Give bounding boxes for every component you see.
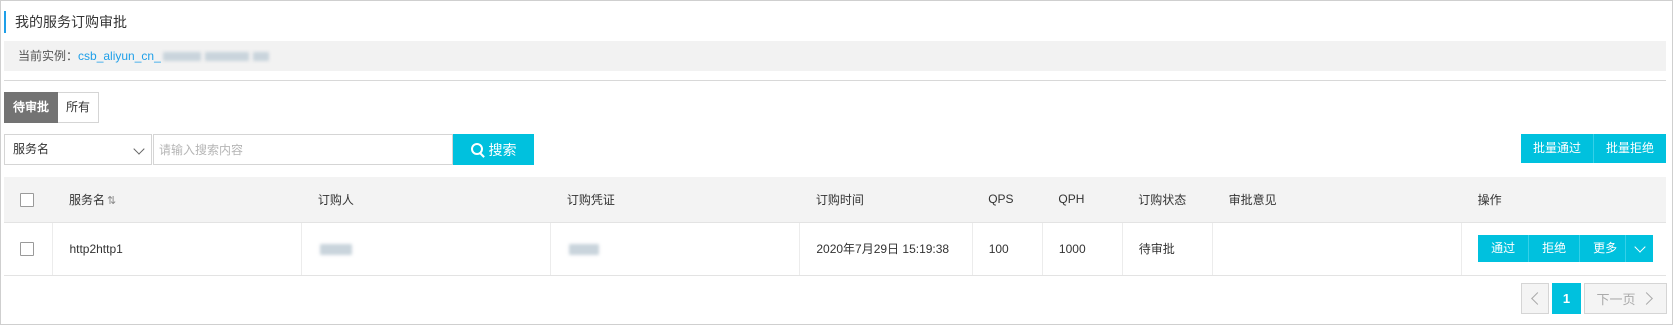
tab-all[interactable]: 所有 bbox=[58, 92, 100, 123]
column-service[interactable]: 服务名 ⇅ bbox=[52, 177, 302, 223]
row-select-cell bbox=[4, 222, 54, 276]
status-tabs: 待审批 所有 bbox=[4, 92, 100, 123]
instance-name: csb_aliyun_cn_ bbox=[78, 49, 161, 63]
next-page-label: 下一页 bbox=[1596, 292, 1636, 307]
search-button[interactable]: 搜索 bbox=[453, 134, 534, 165]
column-credential: 订购凭证 bbox=[550, 177, 800, 223]
pagination: 1 下一页 bbox=[1521, 283, 1667, 314]
masked-text bbox=[204, 52, 249, 62]
search-field-select[interactable]: 服务名 bbox=[4, 134, 152, 165]
page-number-current[interactable]: 1 bbox=[1552, 283, 1581, 314]
cell-qph: 1000 bbox=[1042, 222, 1123, 276]
approve-button[interactable]: 通过 bbox=[1478, 235, 1530, 262]
column-label: 服务名 bbox=[68, 192, 105, 207]
sort-icon[interactable]: ⇅ bbox=[107, 195, 116, 207]
cell-subscriber bbox=[301, 222, 552, 276]
masked-text bbox=[320, 243, 353, 255]
prev-page-button[interactable] bbox=[1521, 283, 1549, 314]
chevron-right-icon bbox=[1639, 292, 1653, 305]
batch-reject-button[interactable]: 批量拒绝 bbox=[1593, 134, 1666, 163]
cell-qps: 100 bbox=[972, 222, 1043, 276]
batch-approve-button[interactable]: 批量通过 bbox=[1520, 134, 1594, 163]
tab-pending[interactable]: 待审批 bbox=[4, 92, 59, 123]
select-all-cell bbox=[4, 177, 53, 223]
more-button[interactable]: 更多 bbox=[1580, 235, 1627, 262]
cell-service: http2http1 bbox=[52, 222, 303, 276]
cell-time: 2020年7月29日 15:19:38 bbox=[799, 222, 973, 276]
column-qph: QPH bbox=[1042, 177, 1123, 223]
select-all-checkbox[interactable] bbox=[20, 192, 34, 207]
search-icon bbox=[470, 142, 485, 157]
row-actions: 通过 拒绝 更多 bbox=[1478, 235, 1666, 262]
search-input[interactable] bbox=[153, 134, 453, 165]
instance-bar: 当前实例：csb_aliyun_cn_ bbox=[4, 41, 1666, 71]
cell-credential bbox=[550, 222, 801, 276]
chevron-down-icon bbox=[133, 143, 145, 155]
masked-text bbox=[569, 243, 600, 255]
chevron-left-icon bbox=[1530, 292, 1544, 305]
column-actions: 操作 bbox=[1461, 177, 1666, 223]
search-button-label: 搜索 bbox=[488, 141, 517, 158]
masked-text bbox=[252, 52, 269, 62]
column-qps: QPS bbox=[972, 177, 1043, 223]
chevron-down-icon bbox=[1634, 240, 1646, 253]
cell-status: 待审批 bbox=[1122, 222, 1214, 276]
divider bbox=[4, 80, 1666, 81]
column-status: 订购状态 bbox=[1122, 177, 1213, 223]
next-page-button[interactable]: 下一页 bbox=[1584, 283, 1667, 314]
search-field-value: 服务名 bbox=[13, 142, 50, 156]
column-subscriber: 订购人 bbox=[301, 177, 551, 223]
batch-actions: 批量通过 批量拒绝 bbox=[1520, 134, 1666, 163]
table-row: http2http1 2020年7月29日 15:19:38 100 1000 … bbox=[4, 222, 1666, 276]
reject-button[interactable]: 拒绝 bbox=[1529, 235, 1581, 262]
column-opinion: 审批意见 bbox=[1212, 177, 1462, 223]
approval-table: 服务名 ⇅ 订购人 订购凭证 订购时间 QPS QPH 订购状态 审批意见 操作 … bbox=[4, 177, 1666, 276]
masked-text bbox=[162, 52, 201, 62]
column-time: 订购时间 bbox=[799, 177, 973, 223]
table-header-row: 服务名 ⇅ 订购人 订购凭证 订购时间 QPS QPH 订购状态 审批意见 操作 bbox=[4, 177, 1666, 223]
row-checkbox[interactable] bbox=[20, 241, 34, 256]
more-dropdown-toggle[interactable] bbox=[1626, 235, 1654, 262]
cell-actions: 通过 拒绝 更多 bbox=[1461, 222, 1666, 276]
cell-opinion bbox=[1212, 222, 1463, 276]
page-title: 我的服务订购审批 bbox=[4, 11, 127, 33]
instance-label: 当前实例： bbox=[18, 49, 79, 63]
